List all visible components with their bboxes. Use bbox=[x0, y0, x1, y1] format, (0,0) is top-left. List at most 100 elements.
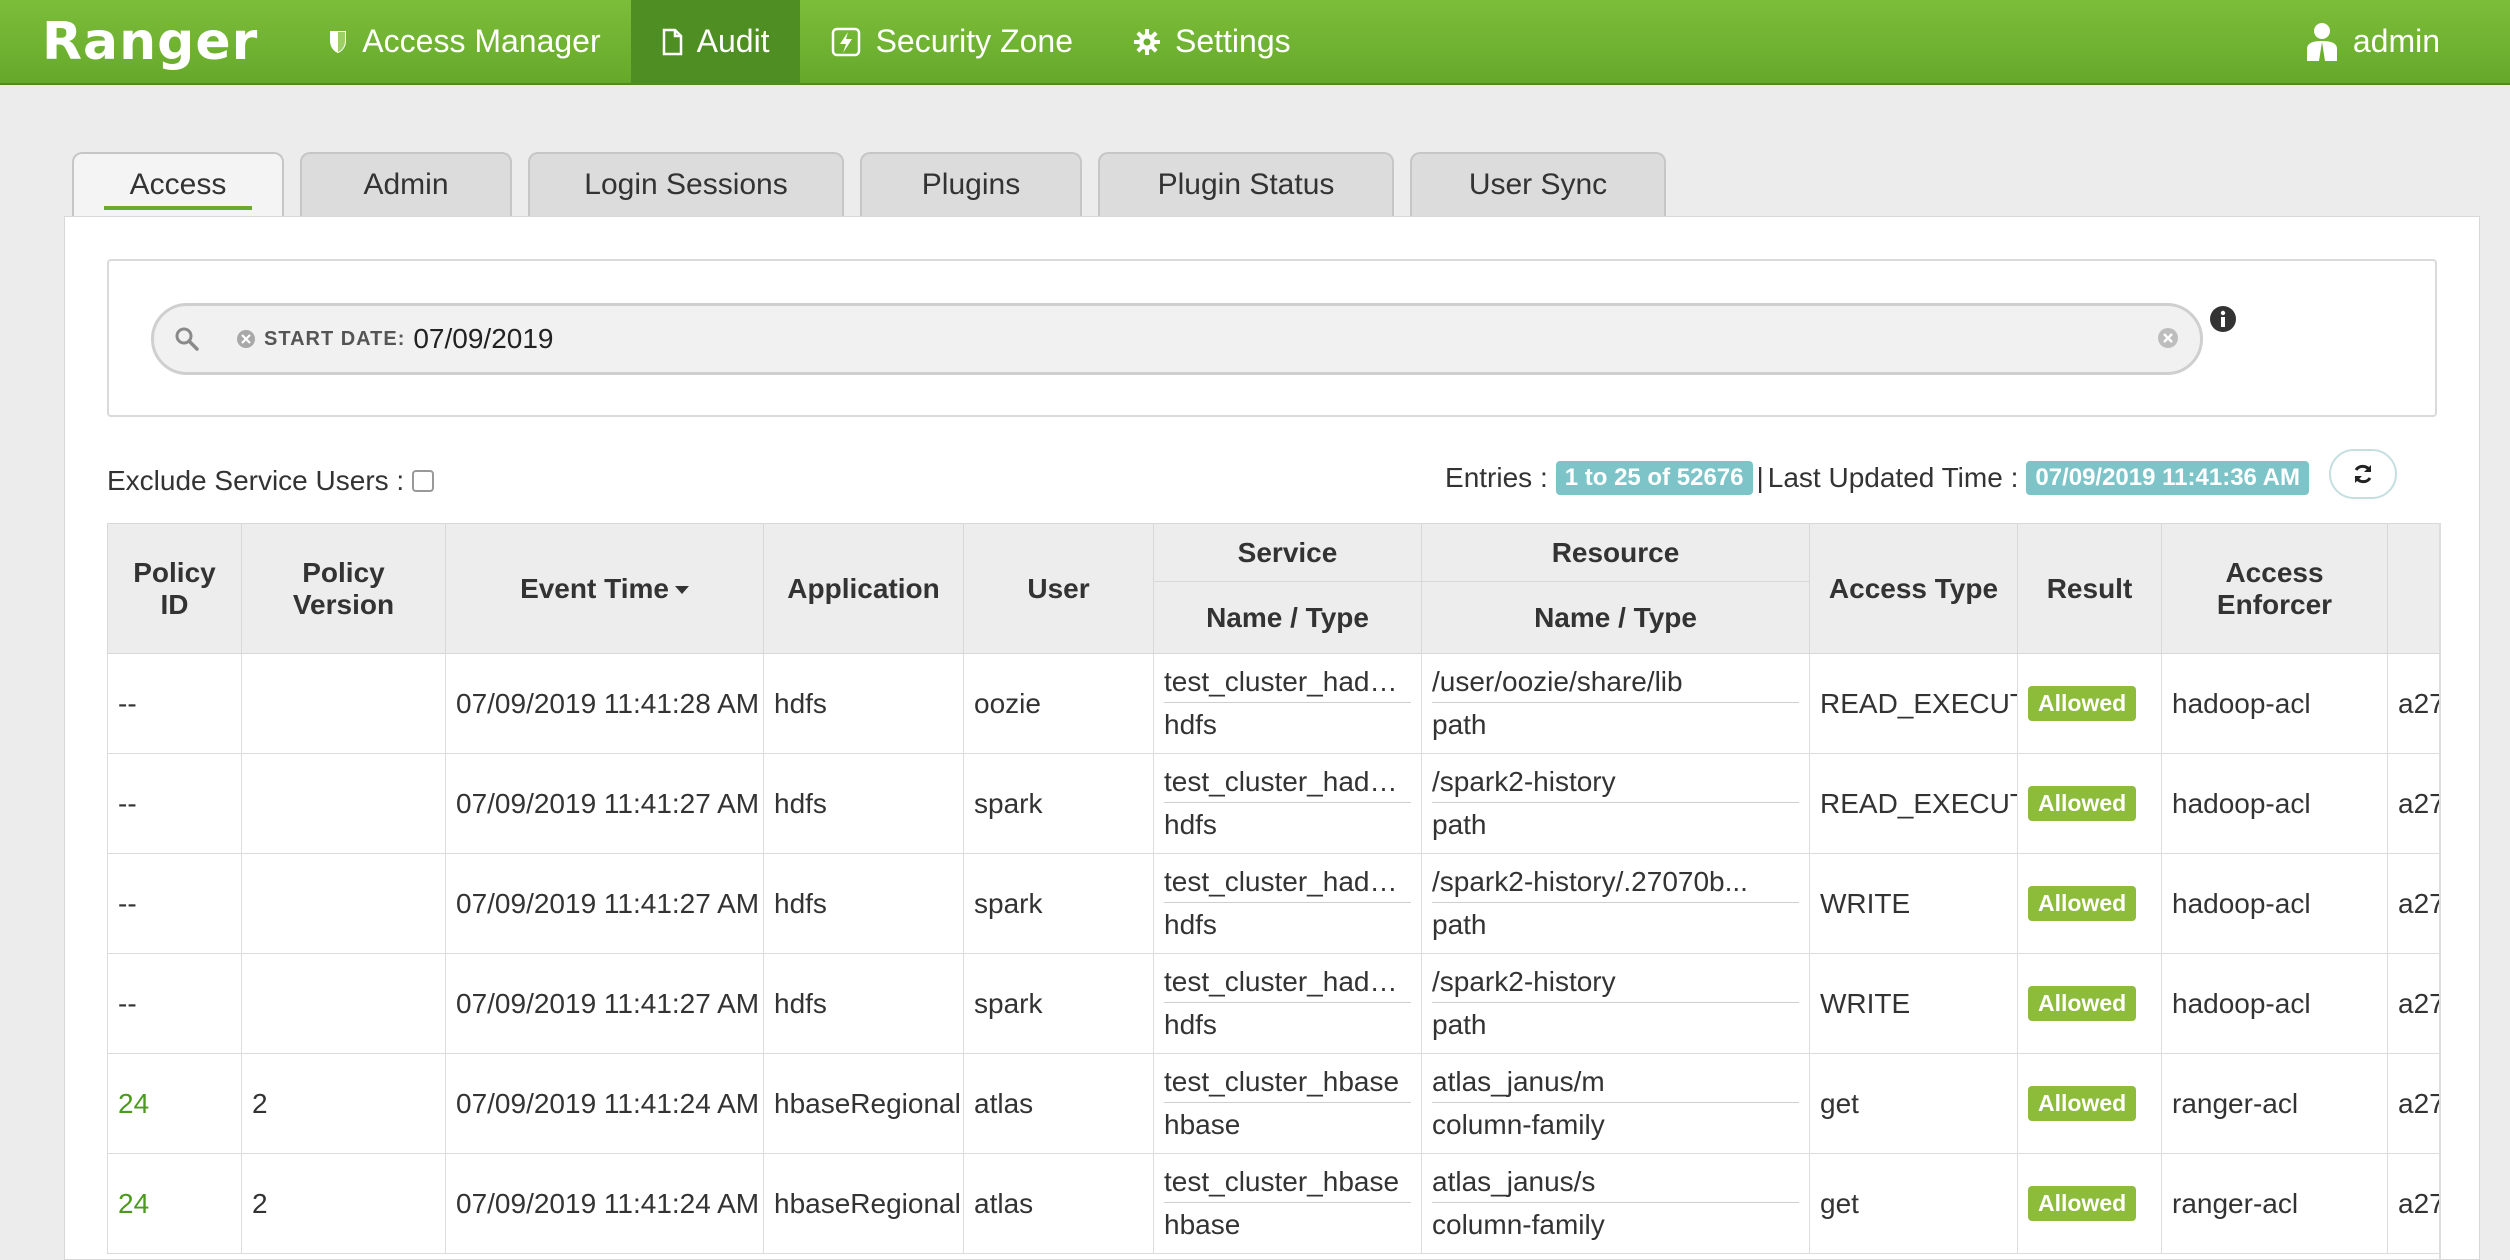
entries-range-badge: 1 to 25 of 52676 bbox=[1555, 461, 1753, 495]
col-event-time-label: Event Time bbox=[520, 572, 669, 604]
cell-policy-id[interactable]: 24 bbox=[107, 1153, 242, 1254]
service-name: test_cluster_hbase bbox=[1164, 1066, 1411, 1103]
access-audit-panel: START DATE: 07/09/2019 Exclude Service U… bbox=[64, 216, 2480, 1260]
top-navbar: Ranger Access Manager Audit Security Zon… bbox=[0, 0, 2510, 85]
result-badge: Allowed bbox=[2028, 1186, 2137, 1221]
lightning-icon bbox=[830, 26, 862, 58]
exclude-service-users: Exclude Service Users : bbox=[107, 465, 435, 497]
cell-result: Allowed bbox=[2017, 953, 2162, 1054]
tab-access[interactable]: Access bbox=[72, 152, 284, 216]
result-badge: Allowed bbox=[2028, 1086, 2137, 1121]
user-name: admin bbox=[2352, 23, 2440, 59]
cell-extra: a27 bbox=[2387, 753, 2439, 854]
search-container: START DATE: 07/09/2019 bbox=[107, 259, 2437, 417]
remove-facet-icon[interactable] bbox=[236, 329, 256, 349]
cell-policy-version bbox=[241, 853, 446, 954]
resource-name: /spark2-history bbox=[1432, 766, 1799, 803]
nav-audit[interactable]: Audit bbox=[630, 0, 800, 84]
resource-type: path bbox=[1432, 809, 1487, 840]
resource-type: column-family bbox=[1432, 1209, 1605, 1240]
search-icon bbox=[174, 326, 200, 352]
table-row[interactable]: 24 2 07/09/2019 11:41:24 AM hbaseRegiona… bbox=[107, 1053, 2439, 1154]
audit-table-body: -- 07/09/2019 11:41:28 AM hdfs oozie tes… bbox=[107, 653, 2439, 1254]
cell-extra: a27 bbox=[2387, 1153, 2439, 1254]
cell-user: oozie bbox=[963, 653, 1154, 754]
tab-user-sync[interactable]: User Sync bbox=[1410, 152, 1666, 216]
service-name: test_cluster_hadoop bbox=[1164, 766, 1411, 803]
cell-access-enforcer: hadoop-acl bbox=[2161, 653, 2388, 754]
cell-service: test_cluster_hbase hbase bbox=[1153, 1153, 1422, 1254]
table-row[interactable]: -- 07/09/2019 11:41:27 AM hdfs spark tes… bbox=[107, 953, 2439, 1054]
cell-resource: /user/oozie/share/lib path bbox=[1421, 653, 1810, 754]
col-access-enforcer: Access Enforcer bbox=[2161, 523, 2388, 654]
col-access-type: Access Type bbox=[1809, 523, 2018, 654]
cell-event-time: 07/09/2019 11:41:24 AM bbox=[445, 1053, 764, 1154]
tab-admin[interactable]: Admin bbox=[300, 152, 512, 216]
start-date-facet-label: START DATE: bbox=[264, 327, 406, 350]
cell-application: hdfs bbox=[763, 753, 964, 854]
sort-desc-icon bbox=[674, 586, 689, 595]
table-row[interactable]: 24 2 07/09/2019 11:41:24 AM hbaseRegiona… bbox=[107, 1153, 2439, 1254]
user-menu[interactable]: admin bbox=[2275, 0, 2470, 84]
service-type: hdfs bbox=[1164, 909, 1217, 940]
nav-settings[interactable]: Settings bbox=[1103, 0, 1321, 84]
cell-result: Allowed bbox=[2017, 653, 2162, 754]
audit-table-container: Policy ID Policy Version Event Time Appl… bbox=[107, 523, 2441, 1260]
cell-result: Allowed bbox=[2017, 1053, 2162, 1154]
tab-plugin-status[interactable]: Plugin Status bbox=[1098, 152, 1394, 216]
info-icon[interactable] bbox=[2209, 305, 2237, 333]
cell-service: test_cluster_hadoop hdfs bbox=[1153, 653, 1422, 754]
cell-user: atlas bbox=[963, 1153, 1154, 1254]
col-extra bbox=[2387, 523, 2439, 654]
policy-id-link[interactable]: 24 bbox=[118, 1088, 149, 1119]
start-date-facet-value[interactable]: 07/09/2019 bbox=[413, 323, 553, 355]
audit-tabs: Access Admin Login Sessions Plugins Plug… bbox=[72, 152, 1682, 216]
service-name: test_cluster_hadoop bbox=[1164, 866, 1411, 903]
nav-audit-label: Audit bbox=[696, 23, 770, 59]
cell-access-enforcer: ranger-acl bbox=[2161, 1053, 2388, 1154]
cell-access-type: get bbox=[1809, 1153, 2018, 1254]
access-audit-table: Policy ID Policy Version Event Time Appl… bbox=[107, 523, 2439, 1254]
cell-policy-version: 2 bbox=[241, 1053, 446, 1154]
cell-policy-id[interactable]: 24 bbox=[107, 1053, 242, 1154]
cell-access-type: READ_EXECUTE bbox=[1809, 753, 2018, 854]
cell-extra: a27 bbox=[2387, 953, 2439, 1054]
table-row[interactable]: -- 07/09/2019 11:41:27 AM hdfs spark tes… bbox=[107, 753, 2439, 854]
cell-resource: /spark2-history path bbox=[1421, 953, 1810, 1054]
cell-policy-version bbox=[241, 953, 446, 1054]
cell-access-enforcer: hadoop-acl bbox=[2161, 953, 2388, 1054]
col-event-time[interactable]: Event Time bbox=[445, 523, 764, 654]
entries-label: Entries : bbox=[1445, 462, 1548, 493]
table-row[interactable]: -- 07/09/2019 11:41:27 AM hdfs spark tes… bbox=[107, 853, 2439, 954]
nav-security-zone[interactable]: Security Zone bbox=[800, 0, 1103, 84]
cell-policy-id: -- bbox=[107, 953, 242, 1054]
tab-plugins[interactable]: Plugins bbox=[860, 152, 1082, 216]
visual-search-input[interactable]: START DATE: 07/09/2019 bbox=[151, 303, 2203, 375]
cell-access-type: WRITE bbox=[1809, 953, 2018, 1054]
exclude-service-users-checkbox[interactable] bbox=[412, 470, 435, 492]
refresh-button[interactable] bbox=[2329, 449, 2397, 499]
brand-logo[interactable]: Ranger bbox=[42, 12, 258, 72]
tab-login-sessions[interactable]: Login Sessions bbox=[528, 152, 844, 216]
table-row[interactable]: -- 07/09/2019 11:41:28 AM hdfs oozie tes… bbox=[107, 653, 2439, 754]
cell-user: spark bbox=[963, 953, 1154, 1054]
cell-resource: atlas_janus/m column-family bbox=[1421, 1053, 1810, 1154]
cell-policy-version bbox=[241, 653, 446, 754]
resource-name: /spark2-history/.27070b... bbox=[1432, 866, 1799, 903]
result-badge: Allowed bbox=[2028, 686, 2137, 721]
cell-access-type: READ_EXECUTE bbox=[1809, 653, 2018, 754]
service-type: hdfs bbox=[1164, 1009, 1217, 1040]
clear-search-icon[interactable] bbox=[2156, 326, 2180, 350]
col-result: Result bbox=[2017, 523, 2162, 654]
policy-id-text: -- bbox=[118, 987, 137, 1019]
policy-id-link[interactable]: 24 bbox=[118, 1188, 149, 1219]
col-service-name-type: Name / Type bbox=[1153, 581, 1422, 654]
nav-access-manager[interactable]: Access Manager bbox=[298, 0, 630, 84]
cell-user: atlas bbox=[963, 1053, 1154, 1154]
cell-application: hbaseRegional bbox=[763, 1153, 964, 1254]
cell-event-time: 07/09/2019 11:41:24 AM bbox=[445, 1153, 764, 1254]
service-type: hdfs bbox=[1164, 809, 1217, 840]
col-resource-group: Resource bbox=[1421, 523, 1810, 582]
col-application: Application bbox=[763, 523, 964, 654]
cell-policy-id: -- bbox=[107, 853, 242, 954]
